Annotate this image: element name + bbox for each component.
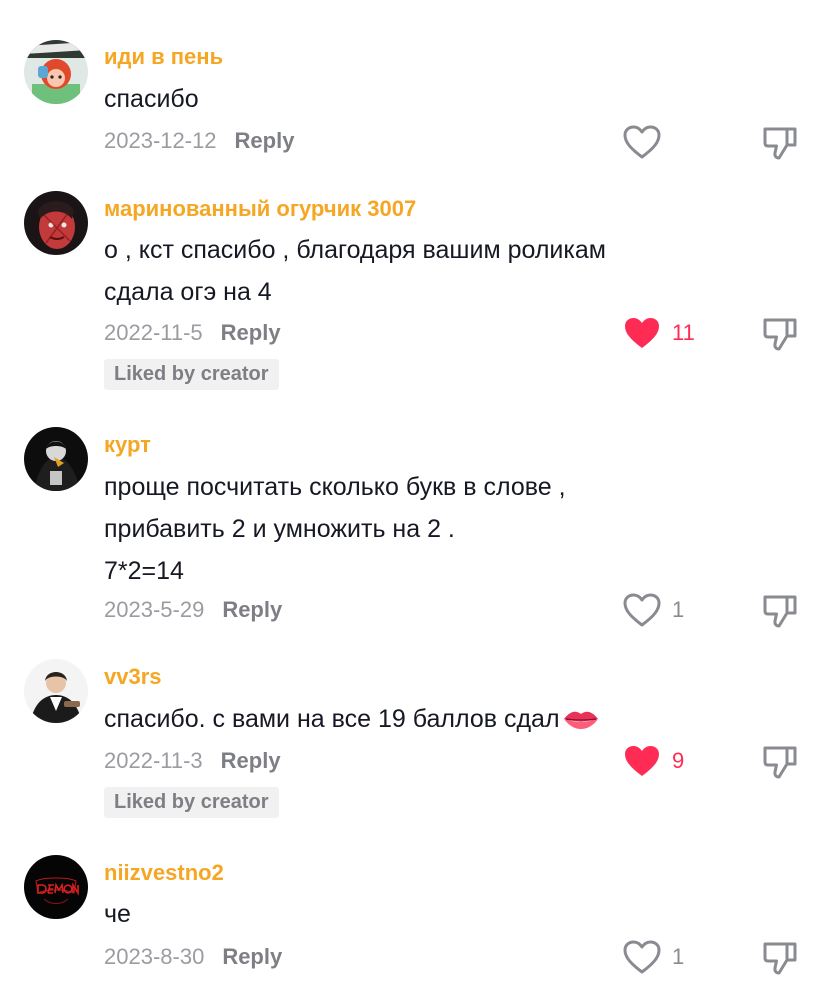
comment-text: спасибо. с вами на все 19 баллов сдал [104, 698, 704, 740]
dislike-button[interactable] [760, 123, 800, 163]
comment-text-line: спасибо. с вами на все 19 баллов сдал [104, 698, 704, 740]
comment-date: 2023-5-29 [104, 597, 205, 622]
comment-username[interactable]: маринованный огурчик 3007 [104, 196, 416, 222]
comment-meta: 2022-11-3 Reply [104, 748, 281, 774]
avatar-image [24, 855, 88, 919]
heart-filled-icon [625, 746, 659, 776]
avatar[interactable] [24, 191, 88, 255]
avatar[interactable] [24, 855, 88, 919]
comment-meta: 2023-12-12 Reply [104, 128, 294, 154]
comment-meta: 2022-11-5 Reply [104, 320, 281, 346]
dislike-button[interactable] [760, 314, 800, 354]
heart-filled-icon [625, 318, 659, 348]
comment-username[interactable]: курт [104, 432, 151, 458]
thumbs-down-icon [763, 318, 797, 351]
thumbs-down-icon [763, 942, 797, 975]
avatar-image [24, 191, 88, 255]
reply-button[interactable]: Reply [235, 128, 295, 154]
avatar-image [24, 659, 88, 723]
comment-date: 2022-11-5 [104, 320, 203, 345]
comment-username[interactable]: иди в пень [104, 44, 223, 70]
reply-button[interactable]: Reply [222, 597, 282, 623]
like-button[interactable]: 1 [622, 592, 696, 628]
comment-list: иди в пень спасибо 2023-12-12 Reply мари… [0, 0, 828, 999]
reply-button[interactable]: Reply [221, 320, 281, 346]
avatar[interactable] [24, 40, 88, 104]
liked-by-creator-badge: Liked by creator [104, 359, 279, 390]
comment-text: проще посчитать сколько букв в слове , п… [104, 466, 704, 592]
dislike-button[interactable] [760, 938, 800, 978]
avatar[interactable] [24, 427, 88, 491]
dislike-button[interactable] [760, 591, 800, 631]
thumbs-down-icon [763, 127, 797, 160]
comment-text-line: проще посчитать сколько букв в слове , [104, 473, 566, 501]
comment-date: 2022-11-3 [104, 748, 203, 773]
comment-meta: 2023-8-30 Reply [104, 944, 282, 970]
heart-outline-icon [623, 125, 661, 159]
comment-text-line: о , кст спасибо , благодаря вашим ролика… [104, 236, 606, 264]
heart-outline-icon [623, 940, 661, 974]
heart-outline-icon [623, 593, 661, 627]
like-count: 9 [672, 748, 685, 773]
comment-text: о , кст спасибо , благодаря вашим ролика… [104, 229, 704, 313]
avatar-image [24, 40, 88, 104]
comment-text-content: спасибо. с вами на все 19 баллов сдал [104, 705, 560, 733]
comment-text: спасибо [104, 78, 704, 120]
like-button[interactable]: 9 [622, 743, 696, 779]
like-button[interactable]: 1 [622, 939, 696, 975]
like-count: 1 [672, 944, 685, 969]
reply-button[interactable]: Reply [221, 748, 281, 774]
like-count: 11 [672, 320, 695, 345]
reply-button[interactable]: Reply [222, 944, 282, 970]
comment-date: 2023-12-12 [104, 128, 217, 153]
like-button[interactable] [622, 124, 696, 160]
comment-text-line: че [104, 900, 131, 928]
comment-meta: 2023-5-29 Reply [104, 597, 282, 623]
dislike-button[interactable] [760, 742, 800, 782]
comment-text: че [104, 893, 704, 935]
like-button[interactable]: 11 [622, 315, 696, 351]
lips-emoji-icon [563, 711, 598, 729]
like-count: 1 [672, 597, 685, 622]
comment-text-line: сдала огэ на 4 [104, 278, 272, 306]
comment-text-line: прибавить 2 и умножить на 2 . [104, 515, 455, 543]
thumbs-down-icon [763, 746, 797, 779]
comment-text-line: спасибо [104, 85, 199, 113]
avatar[interactable] [24, 659, 88, 723]
comment-username[interactable]: niizvestno2 [104, 860, 224, 886]
comment-text-line: 7*2=14 [104, 557, 184, 585]
thumbs-down-icon [763, 595, 797, 628]
avatar-image [24, 427, 88, 491]
comment-date: 2023-8-30 [104, 944, 205, 969]
comment-username[interactable]: vv3rs [104, 664, 162, 690]
liked-by-creator-badge: Liked by creator [104, 787, 279, 818]
